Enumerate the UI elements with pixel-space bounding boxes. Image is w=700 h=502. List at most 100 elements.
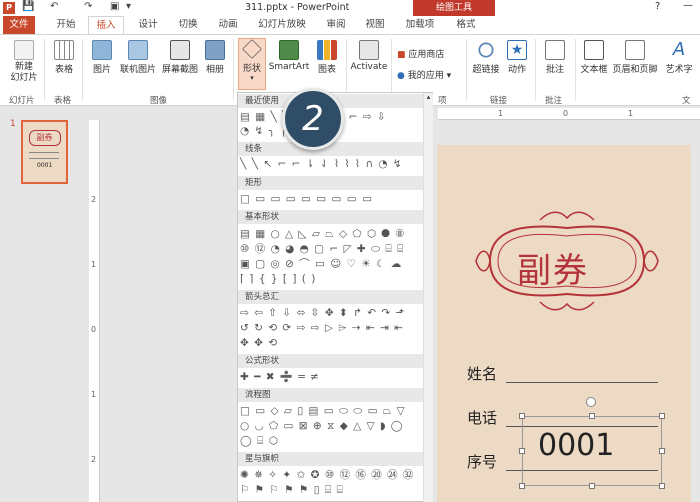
group-divider (44, 39, 45, 101)
resize-handle[interactable] (659, 448, 665, 454)
chart-icon (317, 40, 337, 60)
shape-row[interactable]: □ ▭ ◇ ▱ ▯ ▤ ▭ ⬭ ⬭ ▭ ⏢ ▽ (240, 405, 406, 418)
thumbnail-line (29, 158, 59, 159)
slide-thumbnail[interactable]: 副券 0001 (21, 120, 68, 184)
tab-home[interactable]: 开始 (48, 16, 84, 34)
my-apps-button[interactable]: ● 我的应用 ▾ (397, 68, 451, 81)
header-footer-button[interactable]: 页眉和页脚 (610, 40, 660, 75)
tab-addins[interactable]: 加载项 (398, 16, 442, 34)
globe-link-icon (476, 40, 496, 60)
group-text-label: 文 (682, 96, 691, 106)
minimize-button[interactable]: — (683, 0, 693, 11)
shape-row[interactable]: ○ ◡ ⬠ ▭ ⊠ ⊕ ⧖ ◆ △ ▽ ◗ ◯ (240, 420, 404, 433)
my-apps-icon: ● (397, 71, 405, 81)
section-equation-shapes: 公式形状 (238, 354, 423, 368)
shape-row[interactable]: ◔ ↯ ╮ ╭ (240, 125, 288, 138)
ribbon-tabs: 文件 开始 插入 设计 切换 动画 幻灯片放映 审阅 视图 加载项 格式 (0, 16, 700, 35)
resize-handle[interactable] (519, 448, 525, 454)
table-icon (54, 40, 74, 60)
thumbnail-title: 副券 (28, 130, 61, 146)
shape-row[interactable]: ▤ ▦ ○ △ ◺ ▱ ⏢ ◇ ⬠ ⬡ ⯃ ⑧ (240, 228, 406, 241)
tab-file[interactable]: 文件 (3, 16, 35, 34)
online-picture-icon (128, 40, 148, 60)
tab-transitions[interactable]: 切换 (170, 16, 206, 34)
thumbnail-number: 0001 (37, 162, 53, 169)
resize-handle[interactable] (519, 483, 525, 489)
rotate-handle-icon[interactable] (586, 397, 596, 407)
comment-icon (545, 40, 565, 60)
tab-review[interactable]: 审阅 (318, 16, 354, 34)
vertical-ruler: 2 1 0 1 2 (89, 120, 100, 502)
activate-button[interactable]: Activate (350, 40, 388, 72)
shape-row[interactable]: ✥ ✥ ⟲ (240, 337, 278, 350)
shape-row[interactable]: ╲ ╲ ↖ ⌐ ⌐ ⇂ ⇃ ⌇ ⌇ ⌇ ∩ ◔ ↯ (240, 158, 403, 171)
textbox-button[interactable]: 文本框 (578, 40, 610, 75)
table-button[interactable]: 表格 (50, 40, 78, 75)
group-divider (233, 39, 234, 101)
title-bar: P 💾 ↶ ↷ ▣ ▾ 311.pptx - PowerPoint 绘图工具 ?… (0, 0, 700, 16)
smartart-icon (279, 40, 299, 60)
redo-icon[interactable]: ↷ (84, 1, 92, 12)
shape-row[interactable]: ▣ ▢ ◎ ⊘ ⌒ ▭ ☺ ♡ ☀ ☾ ☁ (240, 258, 402, 271)
shape-row[interactable]: ⇨ ⇦ ⇧ ⇩ ⬄ ⇳ ✥ ⬍ ↱ ↶ ↷ ⬏ (240, 307, 405, 320)
chart-button[interactable]: 图表 (312, 40, 342, 75)
comment-button[interactable]: 批注 (540, 40, 570, 75)
shape-row[interactable]: □ ▭ ▭ ▭ ▭ ▭ ▭ ▭ ▭ (240, 193, 373, 206)
quick-access-dropdown-icon[interactable]: ▾ (126, 1, 131, 12)
shape-row[interactable]: ✺ ✵ ✧ ✦ ✩ ✪ ⑩ ⑫ ⑯ ⑳ ㉔ ㉜ (240, 469, 414, 482)
tab-format[interactable]: 格式 (448, 16, 484, 34)
smartart-button[interactable]: SmartArt (268, 40, 310, 72)
shape-row[interactable]: ✚ ━ ✖ ➗ ═ ≠ (240, 371, 320, 384)
action-button[interactable]: ★ 动作 (504, 40, 530, 75)
tab-slideshow[interactable]: 幻灯片放映 (253, 16, 311, 34)
tab-insert[interactable]: 插入 (88, 16, 124, 35)
shape-row[interactable]: ⚐ ⚑ ⚐ ⚑ ⚑ ▯ ⌸ ⌸ (240, 484, 344, 497)
resize-handle[interactable] (659, 413, 665, 419)
chevron-down-icon: ▾ (250, 74, 254, 82)
online-picture-button[interactable]: 联机图片 (118, 40, 158, 75)
serial-label: 序号 (467, 453, 498, 471)
group-slides-label: 幻灯片 (9, 96, 35, 106)
screenshot-button[interactable]: 屏幕截图 (160, 40, 200, 75)
drawing-tools-context-title: 绘图工具 (413, 0, 495, 16)
scroll-up-icon[interactable]: ▴ (424, 93, 433, 101)
save-icon[interactable]: 💾 (22, 1, 34, 12)
picture-icon (92, 40, 112, 60)
new-slide-button[interactable]: 新建 幻灯片 (8, 40, 40, 84)
resize-handle[interactable] (589, 413, 595, 419)
shape-row[interactable]: ↺ ↻ ⟲ ⟳ ⇨ ⇨ ▷ ⌲ ⇢ ⇤ ⇥ ⇤ (240, 322, 404, 335)
tab-animations[interactable]: 动画 (210, 16, 246, 34)
tab-view[interactable]: 视图 (357, 16, 393, 34)
section-stars-banners: 星与旗帜 (238, 452, 423, 466)
camera-icon (170, 40, 190, 60)
app-store-button[interactable]: ■ 应用商店 (397, 47, 444, 60)
textbox-icon (584, 40, 604, 60)
horizontal-ruler: 1 0 1 (438, 108, 700, 120)
shapes-button[interactable]: 形状 ▾ (238, 38, 266, 90)
group-divider (466, 39, 467, 101)
shape-row[interactable]: ⑩ ⑫ ◔ ◕ ◓ ▢ ⌐ ◸ ✚ ⬭ ⌸ ⌸ (240, 243, 404, 256)
resize-handle[interactable] (589, 483, 595, 489)
group-images-label: 图像 (150, 96, 168, 106)
resize-handle[interactable] (519, 413, 525, 419)
chevron-down-icon: ▾ (446, 71, 452, 81)
tab-design[interactable]: 设计 (130, 16, 166, 34)
step-number-badge: 2 (282, 88, 344, 150)
powerpoint-app-icon: P (3, 2, 15, 14)
store-bag-icon: ■ (397, 50, 406, 60)
shapes-icon (242, 39, 262, 59)
wordart-icon: A (672, 39, 686, 60)
help-button[interactable]: ? (655, 1, 660, 12)
group-divider (82, 39, 83, 101)
picture-button[interactable]: 图片 (88, 40, 116, 75)
dropdown-scrollbar[interactable]: ▴ (423, 93, 433, 502)
undo-icon[interactable]: ↶ (50, 1, 58, 12)
hyperlink-button[interactable]: 超链接 (470, 40, 502, 75)
resize-handle[interactable] (659, 483, 665, 489)
album-button[interactable]: 相册 (202, 40, 228, 75)
start-icon[interactable]: ▣ (110, 1, 119, 12)
wordart-button[interactable]: A 艺术字 (660, 39, 698, 76)
shape-row[interactable]: ⌈ ⌉ { } [ ] ( ) (240, 273, 316, 286)
ticket-serial-number[interactable]: 0001 (538, 428, 614, 463)
shape-row[interactable]: ◯ ⌸ ⬡ (240, 435, 279, 448)
